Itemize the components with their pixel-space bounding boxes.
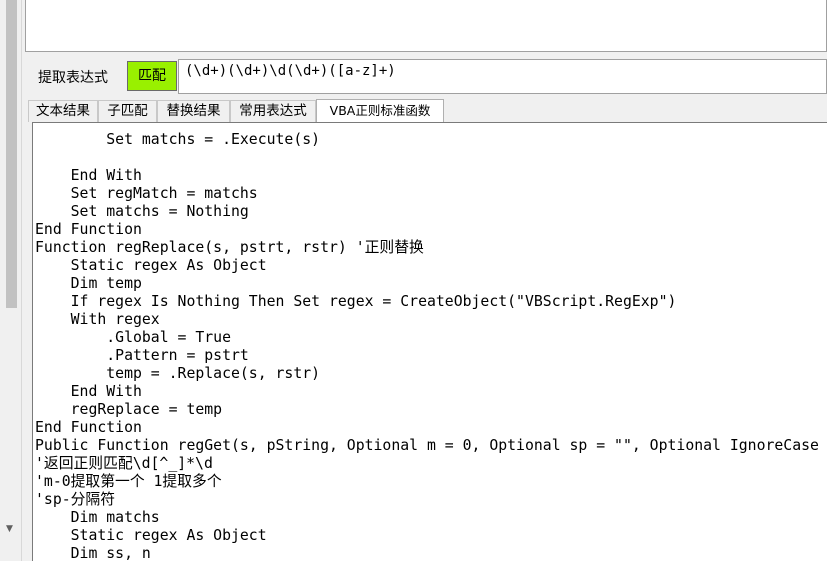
code-line: Dim ss, n bbox=[35, 545, 151, 561]
code-line: regReplace = temp bbox=[35, 401, 223, 418]
code-line: Set matchs = Nothing bbox=[35, 203, 249, 220]
code-line: Function regReplace(s, pstrt, rstr) '正则替… bbox=[35, 239, 424, 256]
code-line: End Function bbox=[35, 221, 142, 238]
tab-common-expressions[interactable]: 常用表达式 bbox=[230, 100, 316, 122]
code-line: End With bbox=[35, 383, 142, 400]
code-line: Static regex As Object bbox=[35, 257, 267, 274]
tab-replace-result[interactable]: 替换结果 bbox=[157, 100, 230, 122]
source-text-area[interactable] bbox=[25, 0, 827, 52]
code-line: Dim matchs bbox=[35, 509, 160, 526]
code-line: With regex bbox=[35, 311, 160, 328]
code-line: temp = .Replace(s, rstr) bbox=[35, 365, 321, 382]
code-line: '返回正则匹配\d[^_]*\d bbox=[35, 455, 213, 472]
code-line: .Global = True bbox=[35, 329, 231, 346]
code-view[interactable]: Set matchs = .Execute(s) End With Set re… bbox=[32, 122, 827, 561]
tab-text-result[interactable]: 文本结果 bbox=[28, 100, 98, 122]
code-line: 'm-0提取第一个 1提取多个 bbox=[35, 473, 222, 490]
code-line: .Pattern = pstrt bbox=[35, 347, 249, 364]
tab-vba-regex-functions[interactable]: VBA正则标准函数 bbox=[316, 99, 444, 123]
extract-expression-label: 提取表达式 bbox=[38, 70, 108, 86]
code-line: 'sp-分隔符 bbox=[35, 491, 116, 508]
code-line: Static regex As Object bbox=[35, 527, 267, 544]
code-line: If regex Is Nothing Then Set regex = Cre… bbox=[35, 293, 677, 310]
code-line: Dim temp bbox=[35, 275, 142, 292]
scrollbar-thumb[interactable] bbox=[6, 0, 17, 308]
code-line: Public Function regGet(s, pString, Optio… bbox=[35, 437, 819, 454]
code-line: End Function bbox=[35, 419, 142, 436]
scroll-down-arrow-icon[interactable]: ▼ bbox=[6, 524, 13, 534]
code-line: Set regMatch = matchs bbox=[35, 185, 258, 202]
match-button[interactable]: 匹配 bbox=[127, 61, 177, 91]
tab-sub-match[interactable]: 子匹配 bbox=[98, 100, 157, 122]
code-line: Set matchs = .Execute(s) bbox=[35, 131, 321, 148]
left-scrollbar[interactable]: ▼ bbox=[0, 0, 22, 561]
code-line: End With bbox=[35, 167, 142, 184]
regex-input[interactable]: (\d+)(\d+)\d(\d+)([a-z]+) bbox=[178, 59, 827, 94]
